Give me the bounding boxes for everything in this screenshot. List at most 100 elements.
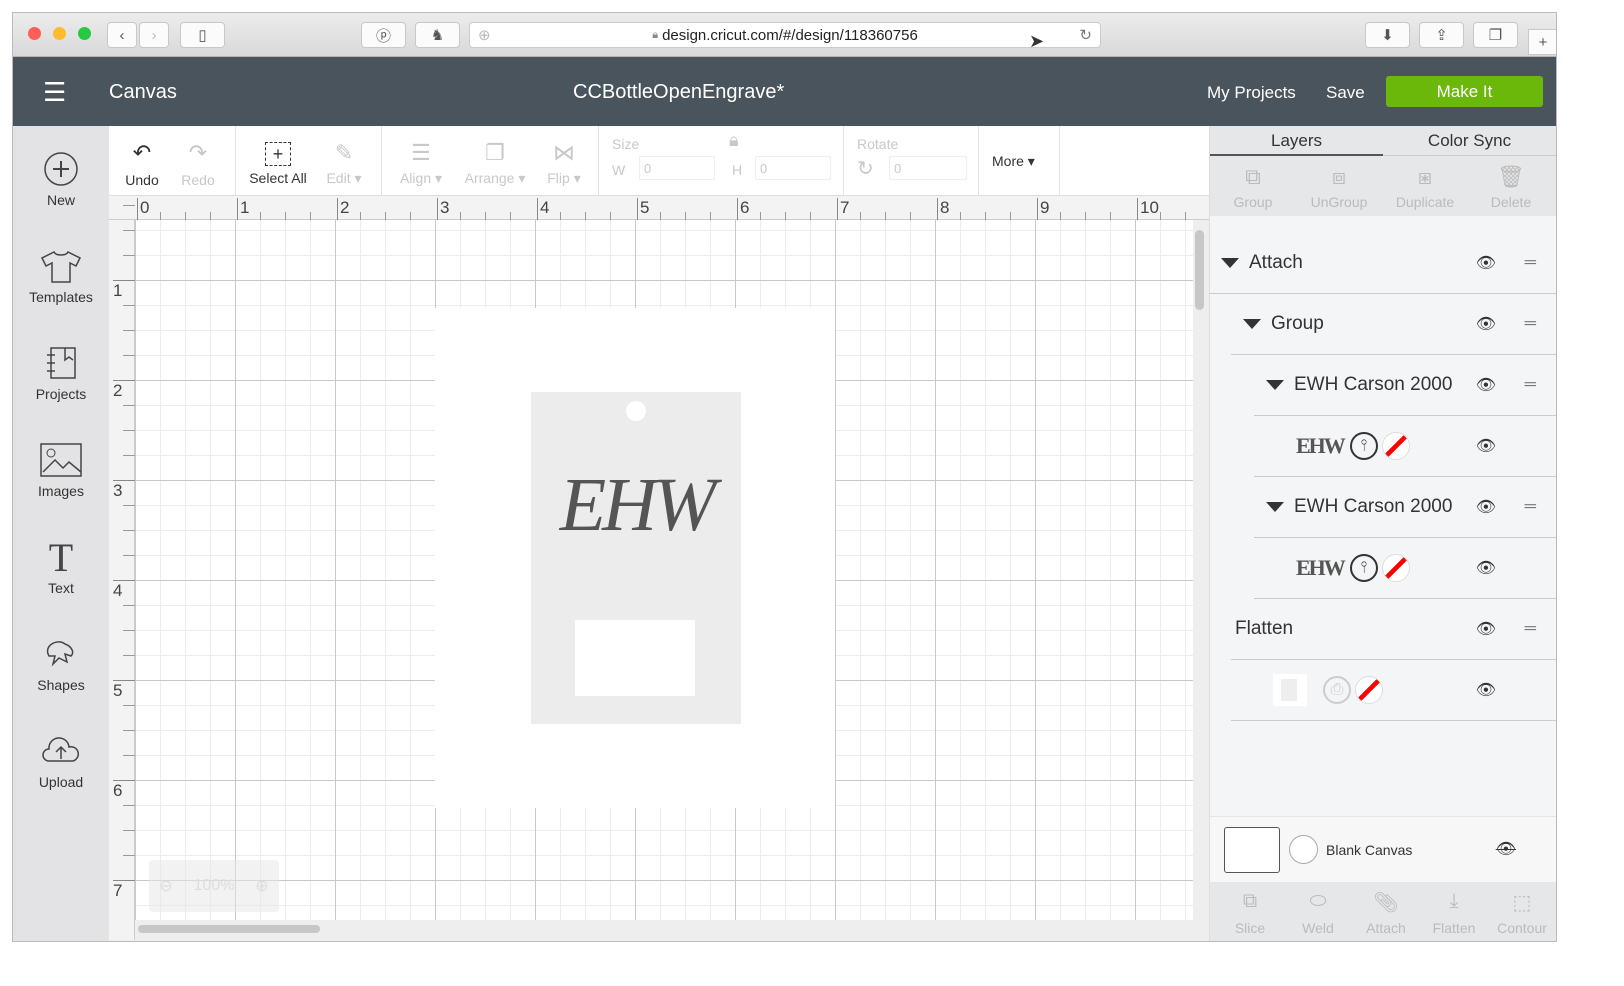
edit-dropdown[interactable]: ✎ Edit ▾: [319, 126, 369, 187]
back-button[interactable]: ‹: [107, 22, 137, 48]
duplicate-button[interactable]: ⧆ Duplicate: [1382, 164, 1468, 210]
sidebar-item-new[interactable]: New: [13, 146, 109, 208]
contour-button[interactable]: ⬚ Contour: [1488, 882, 1556, 936]
monogram-text[interactable]: EHW: [531, 462, 741, 549]
eye-icon[interactable]: 👁︎: [1476, 619, 1496, 639]
align-dropdown[interactable]: ☰ Align ▾: [391, 126, 451, 187]
canvas-color-circle[interactable]: [1289, 835, 1318, 864]
layer-text-group[interactable]: EWH Carson 2000 👁︎ ═: [1254, 477, 1556, 538]
engrave-icon[interactable]: ⫯: [1349, 432, 1378, 460]
group-button[interactable]: ⧉ Group: [1210, 164, 1296, 210]
tab-color-sync[interactable]: Color Sync: [1383, 126, 1556, 156]
zoom-level: 100%: [193, 877, 235, 894]
weld-button[interactable]: ⬭ Weld: [1284, 882, 1352, 936]
select-all-icon: +: [265, 142, 291, 166]
layer-text-group[interactable]: EWH Carson 2000 👁︎ ═: [1254, 355, 1556, 416]
layer-attach[interactable]: Attach 👁︎ ═: [1209, 233, 1556, 294]
url-text: design.cricut.com/#/design/118360756: [662, 26, 918, 44]
make-it-button[interactable]: Make It: [1386, 76, 1543, 107]
zoom-out-button[interactable]: ⊖: [159, 876, 172, 896]
sidebar-item-images[interactable]: Images: [13, 437, 109, 499]
no-color-icon[interactable]: [1381, 432, 1410, 460]
new-tab-button[interactable]: +: [1528, 29, 1556, 55]
my-projects-link[interactable]: My Projects: [1207, 83, 1296, 103]
redo-button[interactable]: ↷ Redo: [173, 126, 223, 188]
undo-button[interactable]: ↶ Undo: [117, 126, 167, 188]
eye-icon[interactable]: 👁︎: [1476, 253, 1496, 273]
minimize-window-button[interactable]: [53, 27, 66, 40]
collapse-icon[interactable]: [1243, 319, 1261, 329]
reload-icon[interactable]: ↻: [1079, 26, 1092, 44]
rotate-input[interactable]: 0: [889, 156, 967, 180]
maximize-window-button[interactable]: [78, 27, 91, 40]
zoom-in-button[interactable]: ⊕: [255, 876, 268, 896]
attach-button[interactable]: 📎︎ Attach: [1352, 882, 1420, 936]
contour-icon: ⬚: [1512, 892, 1532, 914]
drag-handle-icon[interactable]: ═: [1525, 315, 1536, 333]
eye-icon[interactable]: 👁︎: [1476, 436, 1496, 456]
collapse-icon[interactable]: [1221, 258, 1239, 268]
flip-dropdown[interactable]: ⋈ Flip ▾: [539, 126, 589, 187]
sidebar-item-text[interactable]: T Text: [13, 534, 109, 597]
sidebar-item-shapes[interactable]: Shapes: [13, 631, 109, 693]
layer-item[interactable]: EHW ⫯ 👁︎: [1254, 538, 1556, 599]
height-input[interactable]: 0: [755, 156, 831, 180]
pinterest-button[interactable]: ⓟ: [361, 22, 406, 48]
lock-ratio-icon[interactable]: 🔒︎: [729, 130, 739, 151]
horizontal-scrollbar[interactable]: [138, 925, 320, 933]
sidebar-item-templates[interactable]: Templates: [13, 243, 109, 305]
select-all-button[interactable]: + Select All: [243, 126, 313, 186]
drag-handle-icon[interactable]: ═: [1525, 620, 1536, 638]
text-icon: T: [48, 534, 74, 580]
delete-button[interactable]: 🗑︎ Delete: [1468, 164, 1554, 210]
drag-handle-icon[interactable]: ═: [1525, 376, 1536, 394]
close-window-button[interactable]: [28, 27, 41, 40]
slice-button[interactable]: ⧉ Slice: [1216, 882, 1284, 936]
no-color-icon[interactable]: [1355, 676, 1383, 704]
design-canvas[interactable]: EHW ⊖ 100% ⊕: [135, 220, 1193, 920]
tabs-button[interactable]: ❐: [1473, 22, 1518, 48]
width-input[interactable]: 0: [639, 156, 715, 180]
no-color-icon[interactable]: [1381, 554, 1410, 582]
sidebar-label: Upload: [38, 774, 84, 790]
collapse-icon[interactable]: [1266, 380, 1284, 390]
share-button[interactable]: ⇪: [1419, 22, 1464, 48]
arrange-dropdown[interactable]: ❐ Arrange ▾: [457, 126, 533, 187]
collapse-icon[interactable]: [1266, 502, 1284, 512]
eye-icon[interactable]: 👁︎: [1476, 375, 1496, 395]
layer-item[interactable]: EHW ⫯ 👁︎: [1254, 416, 1556, 477]
address-bar[interactable]: ⊕ 🔒︎ design.cricut.com/#/design/11836075…: [469, 22, 1101, 48]
sidebar-toggle-button[interactable]: ▯: [180, 22, 225, 48]
redo-icon: ↷: [188, 140, 208, 165]
layer-group[interactable]: Group 👁︎ ═: [1231, 294, 1556, 355]
engrave-icon[interactable]: ⫯: [1349, 554, 1378, 582]
sidebar-item-upload[interactable]: Upload: [13, 728, 109, 790]
plus-circle-icon: [44, 152, 78, 186]
trash-icon: 🗑︎: [1497, 164, 1525, 189]
sidebar-item-projects[interactable]: Projects: [13, 340, 109, 402]
drag-handle-icon[interactable]: ═: [1525, 254, 1536, 272]
eye-icon[interactable]: 👁︎: [1476, 497, 1496, 517]
bottle-opener-tag[interactable]: EHW: [531, 392, 741, 724]
eye-hidden-icon[interactable]: 👁︎: [1496, 839, 1516, 859]
forward-button[interactable]: ›: [139, 22, 169, 48]
evernote-button[interactable]: ♞: [415, 22, 460, 48]
ungroup-button[interactable]: ⧈ UnGroup: [1296, 164, 1382, 210]
more-dropdown[interactable]: More ▾: [992, 153, 1035, 170]
drag-handle-icon[interactable]: ═: [1525, 498, 1536, 516]
print-icon[interactable]: ⎙: [1323, 676, 1351, 704]
hamburger-menu-icon[interactable]: ☰: [43, 77, 66, 108]
eye-icon[interactable]: 👁︎: [1476, 558, 1496, 578]
canvas-swatch[interactable]: [1224, 827, 1280, 873]
horizontal-ruler: 0 1 2 3 4 5 6 7 8 9 10: [109, 196, 1211, 220]
layer-flatten[interactable]: Flatten 👁︎ ═: [1231, 599, 1556, 660]
layer-item[interactable]: ⎙ 👁︎: [1231, 660, 1556, 721]
sidebar-label: New: [46, 192, 75, 208]
flatten-button[interactable]: ⤓ Flatten: [1420, 882, 1488, 936]
eye-icon[interactable]: 👁︎: [1476, 314, 1496, 334]
vertical-scrollbar[interactable]: [1195, 230, 1204, 310]
eye-icon[interactable]: 👁︎: [1476, 680, 1496, 700]
save-button[interactable]: Save: [1326, 83, 1365, 103]
downloads-button[interactable]: ⬇: [1365, 22, 1410, 48]
tab-layers[interactable]: Layers: [1210, 126, 1383, 156]
